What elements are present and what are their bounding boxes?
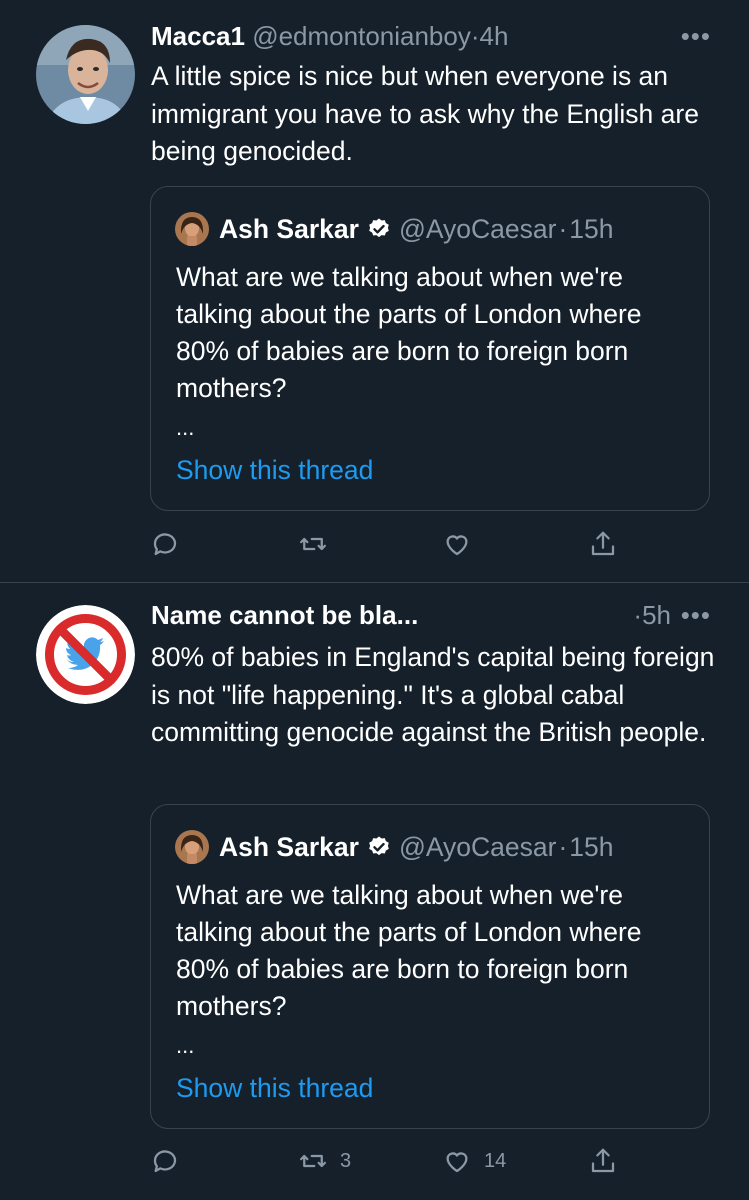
tweet[interactable]: Name cannot be bla... ·5h ••• 80% of bab…: [0, 583, 749, 1200]
quoted-tweet-header: Ash Sarkar @AyoCaesar · 15h: [175, 829, 614, 865]
separator-dot: ·: [558, 213, 568, 244]
verified-badge-icon: [367, 217, 391, 241]
tweet-time[interactable]: 5h: [642, 600, 671, 630]
more-options-icon[interactable]: •••: [681, 21, 711, 52]
heart-icon: [446, 1152, 468, 1173]
quoted-tweet-ellipsis: ...: [176, 415, 195, 440]
retweet-icon: [300, 537, 326, 551]
heart-icon: [446, 535, 468, 556]
no-twitter-bird-icon: [36, 605, 135, 704]
reply-icon: [153, 533, 177, 556]
share-icon: [591, 531, 615, 556]
quoted-tweet-time: 15h: [569, 831, 614, 862]
author-name[interactable]: Macca1: [151, 21, 245, 51]
quoted-author-avatar: [175, 212, 209, 246]
retweet-button[interactable]: 3: [298, 1141, 351, 1181]
separator-dot: ·: [558, 831, 568, 862]
like-count: 14: [484, 1149, 507, 1172]
tweet-actions: [150, 524, 630, 564]
quoted-tweet[interactable]: Ash Sarkar @AyoCaesar · 15h What are we ta…: [150, 186, 710, 511]
quoted-author-avatar: [175, 830, 209, 864]
tweet-header: Name cannot be bla... ·5h •••: [151, 600, 729, 634]
avatar[interactable]: [36, 25, 135, 124]
author-name[interactable]: Name cannot be bla...: [151, 600, 418, 630]
quoted-tweet[interactable]: Ash Sarkar @AyoCaesar · 15h What are we ta…: [150, 804, 710, 1129]
tweet-time[interactable]: 4h: [480, 21, 509, 51]
reply-icon: [153, 1150, 177, 1173]
retweet-button[interactable]: [298, 524, 340, 564]
separator-dot: ·: [470, 21, 480, 51]
quoted-tweet-header: Ash Sarkar @AyoCaesar · 15h: [175, 211, 614, 247]
tweet-text: 80% of babies in England's capital being…: [151, 642, 715, 747]
like-button[interactable]: 14: [442, 1141, 506, 1181]
tweet-time-group: ·5h: [633, 600, 671, 631]
retweet-count: 3: [340, 1149, 352, 1172]
author-handle[interactable]: @edmontonianboy: [252, 21, 471, 51]
tweet-text: A little spice is nice but when everyone…: [151, 61, 699, 166]
share-button[interactable]: [588, 1141, 618, 1181]
quoted-tweet-text: What are we talking about when we're tal…: [176, 262, 642, 403]
quoted-author-handle: @AyoCaesar: [398, 831, 557, 862]
retweet-icon: [300, 1154, 326, 1168]
quoted-tweet-text: What are we talking about when we're tal…: [176, 880, 642, 1021]
tweet[interactable]: Macca1 @edmontonianboy·4h ••• A little s…: [0, 0, 749, 582]
tweet-header: Macca1 @edmontonianboy·4h •••: [151, 21, 729, 55]
like-button[interactable]: [442, 524, 484, 564]
quoted-tweet-ellipsis: ...: [176, 1033, 195, 1058]
show-thread-link[interactable]: Show this thread: [176, 455, 373, 486]
share-button[interactable]: [588, 524, 618, 564]
reply-button[interactable]: [150, 1141, 192, 1181]
quoted-tweet-time: 15h: [569, 213, 614, 244]
reply-button[interactable]: [150, 524, 192, 564]
tweet-actions: 3 14: [150, 1141, 630, 1181]
show-thread-link[interactable]: Show this thread: [176, 1073, 373, 1104]
person-photo-small-icon: [175, 830, 209, 864]
more-options-icon[interactable]: •••: [681, 600, 711, 631]
share-icon: [591, 1148, 615, 1173]
quoted-author-handle: @AyoCaesar: [398, 213, 557, 244]
verified-badge-icon: [367, 835, 391, 859]
quoted-author-name: Ash Sarkar: [219, 831, 359, 862]
avatar[interactable]: [36, 605, 135, 704]
person-photo-small-icon: [175, 212, 209, 246]
quoted-author-name: Ash Sarkar: [219, 213, 359, 244]
separator-dot: ·: [633, 600, 643, 630]
person-photo-avatar-icon: [36, 25, 135, 124]
